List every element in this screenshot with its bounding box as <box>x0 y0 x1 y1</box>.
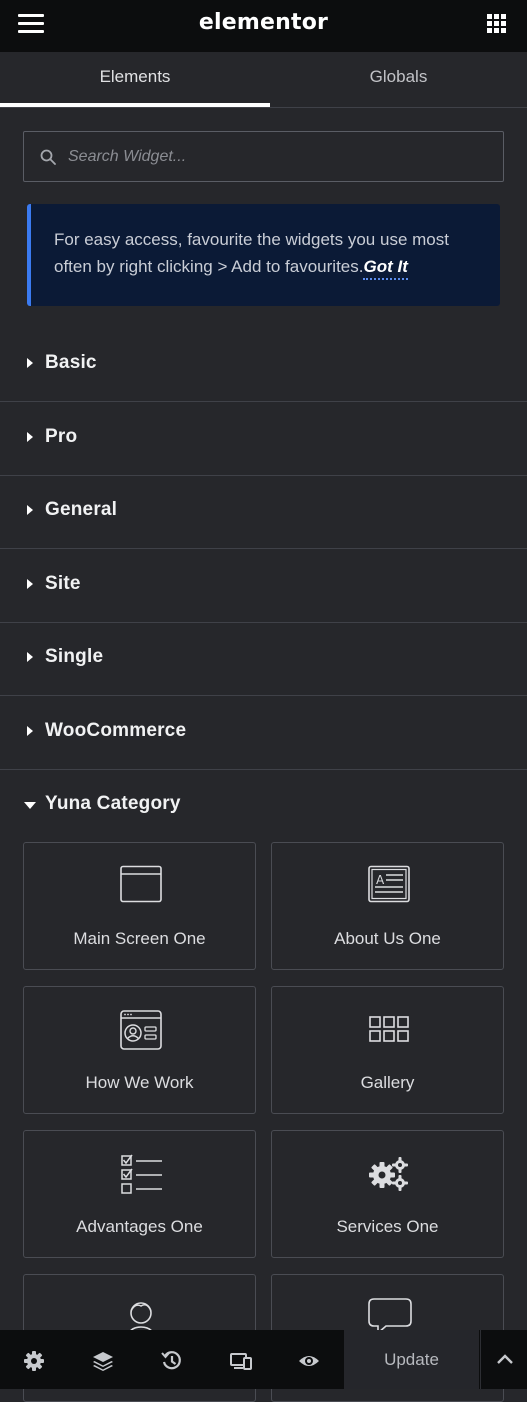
tab-elements[interactable]: Elements <box>0 52 270 108</box>
top-bar: elementor <box>0 0 527 52</box>
widget-about-us-one[interactable]: A About Us One <box>271 842 504 970</box>
widget-advantages-one[interactable]: Advantages One <box>23 1130 256 1258</box>
svg-text:A: A <box>376 873 385 887</box>
profile-card-icon <box>120 1010 162 1050</box>
category-label: Yuna Category <box>45 793 181 814</box>
category-label: WooCommerce <box>45 720 187 741</box>
gallery-grid-icon <box>369 1016 409 1042</box>
favourites-notice: For easy access, favourite the widgets y… <box>27 204 500 306</box>
category-label: Pro <box>45 426 78 447</box>
widget-label: About Us One <box>334 929 441 948</box>
category-pro[interactable]: Pro <box>0 402 527 476</box>
search-box <box>23 131 504 182</box>
preview-eye-icon[interactable] <box>298 1350 320 1372</box>
widget-label: How We Work <box>85 1073 194 1092</box>
caret-right-icon <box>27 726 33 736</box>
search-icon <box>40 149 56 165</box>
caret-right-icon <box>27 652 33 662</box>
tab-globals-label: Globals <box>369 67 428 86</box>
tab-elements-label: Elements <box>99 67 171 86</box>
widget-label: Services One <box>336 1217 439 1236</box>
update-button[interactable]: Update <box>344 1330 479 1389</box>
checklist-icon <box>121 1154 162 1194</box>
category-label: General <box>45 499 118 520</box>
caret-right-icon <box>27 432 33 442</box>
category-label: Site <box>45 573 81 594</box>
active-tab-indicator <box>0 103 270 107</box>
elementor-logo: elementor <box>198 10 329 35</box>
widget-services-one[interactable]: Services One <box>271 1130 504 1258</box>
settings-icon[interactable] <box>23 1350 45 1372</box>
category-label: Single <box>45 646 104 667</box>
widget-how-we-work[interactable]: How We Work <box>23 986 256 1114</box>
caret-right-icon <box>27 505 33 515</box>
category-label: Basic <box>45 352 97 373</box>
tab-globals[interactable]: Globals <box>270 52 527 108</box>
panel-tabs: Elements Globals <box>0 52 527 108</box>
category-single[interactable]: Single <box>0 622 527 696</box>
caret-right-icon <box>27 579 33 589</box>
caret-right-icon <box>27 358 33 368</box>
window-icon <box>120 865 162 903</box>
category-woocommerce[interactable]: WooCommerce <box>0 696 527 770</box>
widget-label: Advantages One <box>76 1217 203 1236</box>
widget-label: Main Screen One <box>73 929 206 948</box>
caret-down-icon <box>24 802 36 809</box>
responsive-icon[interactable] <box>230 1350 252 1372</box>
widget-gallery[interactable]: Gallery <box>271 986 504 1114</box>
category-site[interactable]: Site <box>0 549 527 623</box>
category-general[interactable]: General <box>0 475 527 549</box>
widget-main-screen-one[interactable]: Main Screen One <box>23 842 256 970</box>
chevron-up-icon <box>497 1354 513 1364</box>
search-input[interactable] <box>68 132 488 181</box>
category-basic[interactable]: Basic <box>0 328 527 402</box>
text-block-icon: A <box>368 865 410 903</box>
history-icon[interactable] <box>161 1350 183 1372</box>
gears-icon <box>369 1157 408 1191</box>
grid-icon[interactable] <box>487 14 507 34</box>
got-it-link[interactable]: Got It <box>363 257 408 280</box>
layers-icon[interactable] <box>92 1350 114 1372</box>
expand-options-button[interactable] <box>480 1330 527 1389</box>
widget-label: Gallery <box>360 1073 415 1092</box>
category-yuna[interactable]: Yuna Category <box>0 769 527 843</box>
footer-toolbar: Update <box>0 1330 527 1389</box>
